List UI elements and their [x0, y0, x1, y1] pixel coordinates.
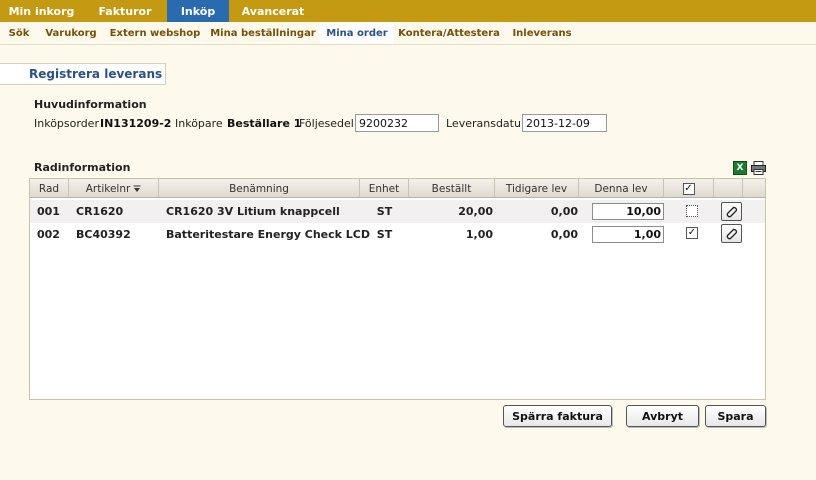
col-artikelnr-label: Artikelnr	[85, 182, 131, 195]
buyer-label: Inköpare	[175, 117, 223, 130]
cell-rad: 002	[37, 228, 60, 241]
sub-nav: Sök Varukorg Extern webshop Mina beställ…	[0, 22, 816, 45]
cell-bestallt: 20,00	[458, 205, 493, 218]
edit-row-button[interactable]	[721, 224, 742, 243]
slip-input[interactable]	[355, 114, 439, 132]
tab-avancerat[interactable]: Avancerat	[229, 0, 317, 22]
edit-row-button[interactable]	[721, 202, 742, 221]
tab-inkop[interactable]: Inköp	[167, 0, 229, 22]
top-nav: Min inkorg Fakturor Inköp Avancerat	[0, 0, 816, 22]
cell-benamning: CR1620 3V Litium knappcell	[166, 205, 340, 218]
main-info-heading: Huvudinformation	[34, 98, 147, 111]
table-row: 001 CR1620 CR1620 3V Litium knappcell ST…	[30, 200, 765, 223]
col-artikelnr[interactable]: Artikelnr	[69, 179, 159, 198]
cell-tidigare-lev: 0,00	[550, 228, 578, 241]
slip-label: Följesedel	[299, 117, 354, 130]
col-denna-lev[interactable]: Denna lev	[579, 179, 664, 198]
col-enhet[interactable]: Enhet	[360, 179, 409, 198]
col-bestallt[interactable]: Beställt	[409, 179, 495, 198]
cell-tidigare-lev: 0,00	[550, 205, 578, 218]
tab-fakturor[interactable]: Fakturor	[83, 0, 167, 22]
order-value: IN131209-2	[100, 117, 172, 130]
cell-bestallt: 1,00	[465, 228, 493, 241]
col-tidigare-lev[interactable]: Tidigare lev	[495, 179, 579, 198]
col-benamning[interactable]: Benämning	[159, 179, 360, 198]
cell-artikelnr: BC40392	[76, 228, 131, 241]
block-invoice-button[interactable]: Spärra faktura	[503, 405, 612, 427]
rows-grid: Rad Artikelnr Benämning Enhet Beställt T…	[29, 178, 766, 400]
subnav-extern-webshop[interactable]: Extern webshop	[104, 22, 206, 44]
col-rad[interactable]: Rad	[30, 179, 69, 198]
order-label: Inköpsorder	[34, 117, 99, 130]
row-checkbox[interactable]	[686, 205, 698, 217]
select-all-checkbox[interactable]: ✓	[682, 182, 695, 195]
subnav-mina-bestallningar[interactable]: Mina beställningar	[206, 22, 320, 44]
row-info-heading: Radinformation	[34, 161, 131, 174]
subnav-inleverans[interactable]: Inleverans	[504, 22, 580, 44]
cancel-button[interactable]: Avbryt	[626, 405, 699, 427]
cell-enhet: ST	[376, 205, 393, 218]
date-label: Leveransdatum	[446, 117, 532, 130]
printer-icon[interactable]	[751, 161, 766, 175]
table-row: 002 BC40392 Batteritestare Energy Check …	[30, 223, 765, 246]
save-button[interactable]: Spara	[705, 405, 766, 427]
filter-icon[interactable]	[133, 185, 141, 193]
cell-benamning: Batteritestare Energy Check LCD	[166, 228, 370, 241]
page-title: Registrera leverans	[0, 63, 166, 85]
col-edit	[714, 179, 743, 198]
subnav-mina-order[interactable]: Mina order	[320, 22, 394, 44]
paperclip-icon	[726, 228, 738, 240]
cell-rad: 001	[37, 205, 60, 218]
paperclip-icon	[726, 206, 738, 218]
subnav-sok[interactable]: Sök	[0, 22, 38, 44]
denna-lev-input[interactable]	[592, 203, 664, 220]
row-checkbox[interactable]: ✓	[686, 227, 698, 239]
grid-header: Rad Artikelnr Benämning Enhet Beställt T…	[30, 179, 765, 198]
cell-enhet: ST	[376, 228, 393, 241]
cell-artikelnr: CR1620	[76, 205, 124, 218]
tab-min-inkorg[interactable]: Min inkorg	[0, 0, 83, 22]
excel-icon[interactable]: X	[733, 161, 747, 175]
subnav-kontera-attestera[interactable]: Kontera/Attestera	[394, 22, 504, 44]
denna-lev-input[interactable]	[592, 226, 664, 243]
subnav-varukorg[interactable]: Varukorg	[38, 22, 104, 44]
col-select-all: ✓	[664, 179, 714, 198]
delivery-date-input[interactable]	[522, 114, 607, 132]
buyer-value: Beställare 1	[227, 117, 302, 130]
